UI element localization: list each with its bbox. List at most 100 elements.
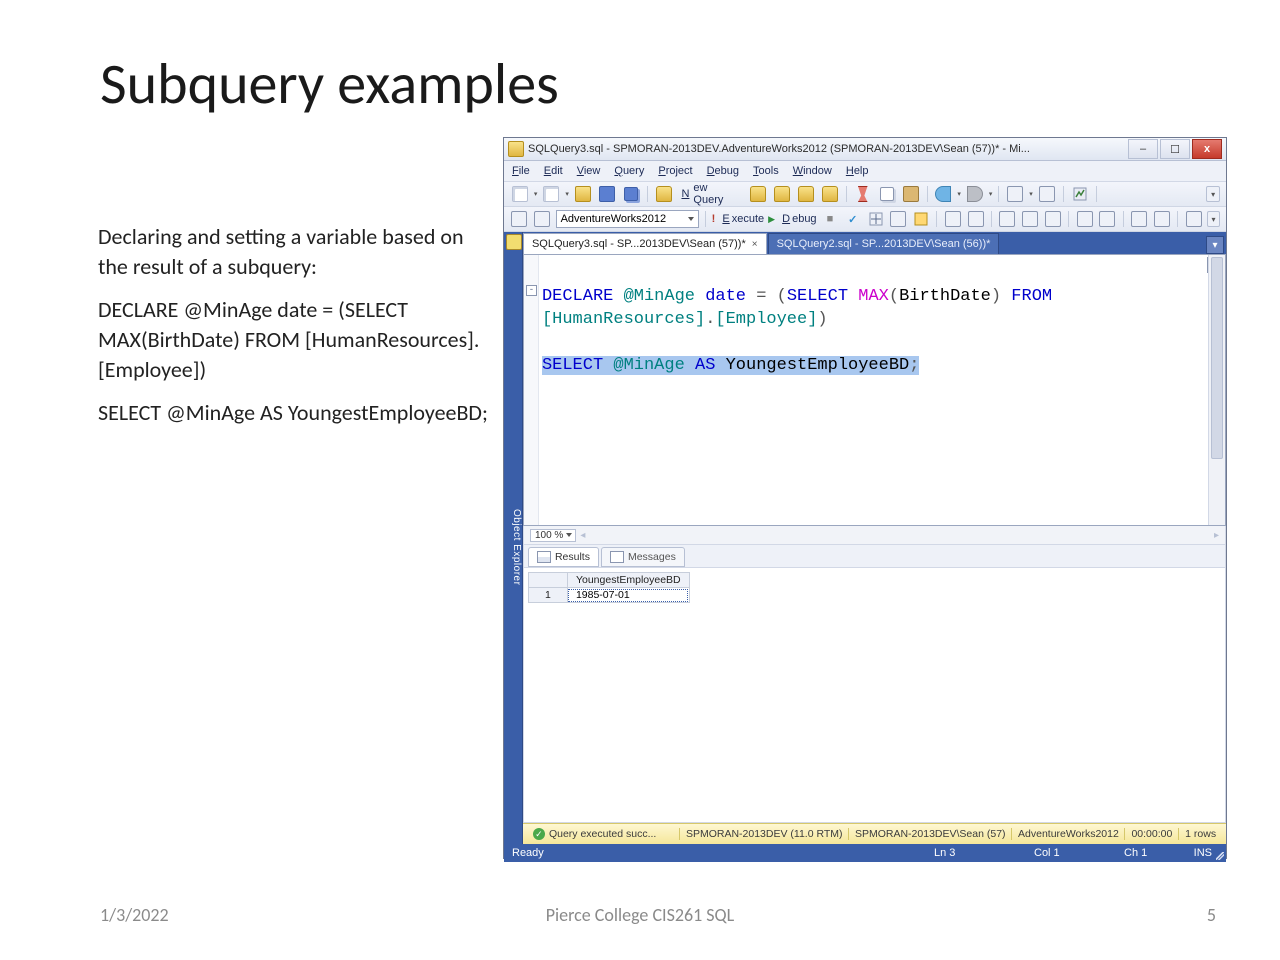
specify-values-icon[interactable]	[1184, 209, 1203, 229]
status-server: SPMORAN-2013DEV (11.0 RTM)	[680, 828, 849, 840]
tab-results[interactable]: Results	[528, 547, 599, 567]
grid-cell[interactable]: 1985-07-01	[567, 588, 689, 603]
grid-corner	[528, 573, 567, 588]
menu-project[interactable]: Project	[658, 165, 692, 177]
estimated-plan-icon[interactable]	[866, 209, 885, 229]
menu-window[interactable]: Window	[793, 165, 832, 177]
redo-icon[interactable]	[965, 184, 985, 204]
find-icon[interactable]	[1037, 184, 1057, 204]
db-icon[interactable]	[796, 184, 816, 204]
footer-center: Pierce College CIS261 SQL	[0, 904, 1280, 926]
intellisense-icon[interactable]	[912, 209, 931, 229]
menu-view[interactable]: View	[577, 165, 601, 177]
tab-messages[interactable]: Messages	[601, 547, 685, 567]
slide-body: Declaring and setting a variable based o…	[98, 222, 488, 442]
results-file-icon[interactable]	[1043, 209, 1062, 229]
outdent-icon[interactable]	[1152, 209, 1171, 229]
new-item-icon[interactable]	[541, 184, 561, 204]
table-row[interactable]: 1 1985-07-01	[528, 588, 689, 603]
status-line: Ln 3	[934, 847, 955, 859]
close-button[interactable]: x	[1192, 139, 1222, 159]
activity-icon[interactable]	[1070, 184, 1090, 204]
menu-debug[interactable]: Debug	[707, 165, 739, 177]
menu-help[interactable]: Help	[846, 165, 869, 177]
database-selector[interactable]: AdventureWorks2012	[556, 210, 699, 228]
toolbar-overflow-icon[interactable]: ▾	[1207, 211, 1220, 227]
editor-scrollbar[interactable]	[1208, 255, 1225, 525]
stop-icon[interactable]: ■	[821, 209, 840, 229]
editor-zoom-row: 100 % ◂ ▸	[523, 526, 1226, 545]
open-icon[interactable]	[573, 184, 593, 204]
footer-page: 5	[1207, 904, 1216, 926]
minimize-button[interactable]: –	[1128, 139, 1158, 159]
grid-header[interactable]: YoungestEmployeeBD	[567, 573, 689, 588]
window-title: SQLQuery3.sql - SPMORAN-2013DEV.Adventur…	[528, 143, 1122, 155]
new-query-button[interactable]: New Query	[677, 185, 744, 203]
include-stats-icon[interactable]	[966, 209, 985, 229]
menu-file[interactable]: File	[512, 165, 530, 177]
status-exec: Query executed succ...	[549, 828, 656, 840]
parse-icon[interactable]: ✓	[843, 209, 862, 229]
tab-label: Results	[555, 551, 590, 563]
menu-edit[interactable]: Edit	[544, 165, 563, 177]
indent-icon[interactable]	[1130, 209, 1149, 229]
tab-sqlquery3[interactable]: SQLQuery3.sql - SP...2013DEV\Sean (57))*…	[523, 233, 767, 254]
sql-editor-content[interactable]: -DECLARE @MinAge date = (SELECT MAX(Birt…	[524, 255, 1208, 525]
menu-bar: File Edit View Query Project Debug Tools…	[504, 161, 1226, 182]
include-plan-icon[interactable]	[943, 209, 962, 229]
resize-grip-icon[interactable]	[1216, 852, 1224, 860]
window-titlebar: SQLQuery3.sql - SPMORAN-2013DEV.Adventur…	[504, 138, 1226, 161]
results-grid-icon[interactable]	[998, 209, 1017, 229]
execute-button[interactable]: ! Execute	[712, 213, 765, 225]
change-connection-icon[interactable]	[533, 209, 552, 229]
debug-button[interactable]: ▶ Debug	[768, 213, 816, 225]
tab-overflow-icon[interactable]: ▾	[1206, 236, 1224, 254]
comment-icon[interactable]	[1075, 209, 1094, 229]
body-paragraph: DECLARE @MinAge date = (SELECT MAX(Birth…	[98, 295, 488, 384]
start-icon[interactable]	[1103, 184, 1123, 204]
save-all-icon[interactable]	[621, 184, 641, 204]
toolbar-overflow-icon[interactable]: ▾	[1206, 186, 1220, 202]
app-icon	[508, 141, 524, 157]
menu-query[interactable]: Query	[614, 165, 644, 177]
status-db: AdventureWorks2012	[1012, 828, 1125, 840]
body-paragraph: SELECT @MinAge AS YoungestEmployeeBD;	[98, 398, 488, 428]
db-icon[interactable]	[820, 184, 840, 204]
menu-tools[interactable]: Tools	[753, 165, 779, 177]
messages-icon	[610, 551, 624, 563]
new-project-icon[interactable]	[510, 184, 530, 204]
sql-editor-toolbar: AdventureWorks2012 ! Execute ▶ Debug ■ ✓	[504, 207, 1226, 232]
success-icon: ✓	[533, 828, 545, 840]
body-paragraph: Declaring and setting a variable based o…	[98, 222, 488, 281]
query-options-icon[interactable]	[889, 209, 908, 229]
object-explorer-icon	[506, 234, 522, 250]
navigate-icon[interactable]	[1005, 184, 1025, 204]
ssms-window: SQLQuery3.sql - SPMORAN-2013DEV.Adventur…	[503, 137, 1227, 859]
tab-label: SQLQuery2.sql - SP...2013DEV\Sean (56))*	[777, 238, 991, 250]
results-grid[interactable]: YoungestEmployeeBD 1 1985-07-01	[528, 572, 690, 603]
sql-editor[interactable]: ⇅ -DECLARE @MinAge date = (SELECT MAX(Bi…	[523, 254, 1226, 526]
db-engine-query-icon[interactable]	[748, 184, 768, 204]
cut-icon[interactable]	[853, 184, 873, 204]
new-query-db-icon[interactable]	[654, 184, 674, 204]
outline-toggle-icon[interactable]: -	[526, 285, 537, 296]
results-text-icon[interactable]	[1021, 209, 1040, 229]
tab-sqlquery2[interactable]: SQLQuery2.sql - SP...2013DEV\Sean (56))*	[768, 233, 1000, 254]
db-icon[interactable]	[772, 184, 792, 204]
connect-icon[interactable]	[510, 209, 529, 229]
undo-icon[interactable]	[934, 184, 954, 204]
save-icon[interactable]	[597, 184, 617, 204]
results-tabs: Results Messages	[523, 545, 1226, 568]
object-explorer-tab[interactable]: Object Explorer	[504, 232, 523, 844]
query-status-bar: ✓ Query executed succ... SPMORAN-2013DEV …	[523, 823, 1226, 844]
tab-label: SQLQuery3.sql - SP...2013DEV\Sean (57))*	[532, 238, 746, 250]
status-elapsed: 00:00:00	[1125, 828, 1179, 840]
zoom-selector[interactable]: 100 %	[530, 529, 576, 542]
tab-close-icon[interactable]: ×	[752, 239, 758, 250]
slide-title: Subquery examples	[100, 48, 559, 119]
uncomment-icon[interactable]	[1098, 209, 1117, 229]
paste-icon[interactable]	[901, 184, 921, 204]
copy-icon[interactable]	[877, 184, 897, 204]
ide-status-bar: Ready Ln 3 Col 1 Ch 1 INS	[504, 844, 1226, 862]
maximize-button[interactable]: ☐	[1160, 139, 1190, 159]
